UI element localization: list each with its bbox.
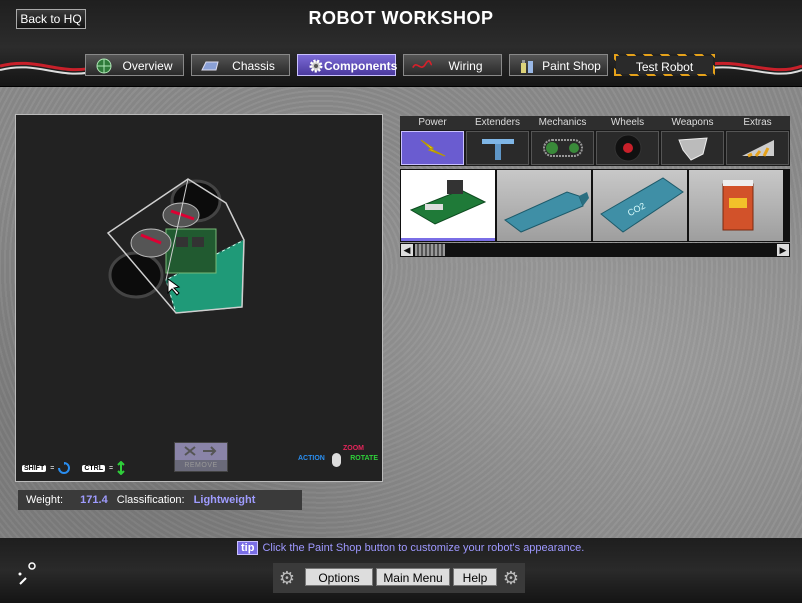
footer-buttons: ⚙ Options Main Menu Help ⚙ (273, 563, 525, 593)
status-icon (18, 562, 36, 585)
category-label-extras: Extras (743, 117, 772, 128)
rotate-label: ROTATE (350, 455, 378, 462)
category-extras-button[interactable] (726, 131, 789, 165)
weight-label: Weight: (26, 494, 64, 506)
action-label: ACTION (298, 455, 325, 462)
wedge-icon (741, 140, 774, 158)
part-co2-tank[interactable]: CO2 (593, 170, 687, 241)
page-title: ROBOT WORKSHOP (308, 8, 494, 28)
scroll-right-arrow-icon[interactable]: ▶ (777, 244, 789, 256)
tab-chassis[interactable]: Chassis (191, 54, 290, 76)
tip-badge: tip (237, 541, 259, 555)
remove-icons (175, 443, 227, 460)
scissors-arrow-icon (184, 446, 217, 456)
vertical-arrow-icon (117, 461, 125, 475)
weight-value: 171.4 (80, 494, 108, 506)
tip-message: tip Click the Paint Shop button to custom… (237, 541, 584, 555)
blue-tank-icon (504, 191, 589, 233)
robot-model (106, 178, 245, 314)
tab-label: Components (324, 59, 398, 73)
classification-value: Lightweight (193, 494, 256, 506)
help-button[interactable]: Help (453, 568, 497, 586)
extender-icon (481, 139, 514, 160)
tip-text: Click the Paint Shop button to customize… (262, 542, 585, 554)
remove-button[interactable]: REMOVE (174, 442, 228, 472)
category-label-weapons: Weapons (671, 117, 714, 128)
robot-3d-viewport[interactable]: SHIFT = CTRL = REMOVE ZOOM ACTION ROTATE (15, 114, 383, 482)
category-wheels-button[interactable] (596, 131, 659, 165)
tab-wiring[interactable]: Wiring (403, 54, 502, 76)
shift-key-badge: SHIFT (22, 464, 47, 472)
category-label-wheels: Wheels (610, 117, 645, 128)
part-blue-tank[interactable] (497, 170, 591, 241)
classification-label: Classification: (116, 494, 185, 506)
tab-components[interactable]: Components (297, 54, 398, 76)
circuit-board-icon (409, 180, 487, 225)
category-extenders-button[interactable] (466, 131, 529, 165)
category-buttons (400, 130, 790, 166)
parts-carousel: CO2 (400, 169, 790, 242)
remove-label: REMOVE (184, 462, 218, 469)
scroll-left-arrow-icon[interactable]: ◀ (401, 244, 413, 256)
tab-label: Paint Shop (542, 59, 601, 73)
orange-battery-icon (722, 180, 754, 231)
category-labels: Power Extenders Mechanics Wheels Weapons… (400, 116, 790, 130)
tab-label: Test Robot (635, 60, 694, 74)
gear-icon: ⚙ (278, 568, 296, 588)
tab-label: Overview (122, 59, 173, 73)
ctrl-key-badge: CTRL (82, 464, 105, 472)
mouse-controls-hint: ZOOM ACTION ROTATE (298, 445, 378, 473)
tab-label: Wiring (448, 59, 483, 73)
category-weapons-button[interactable] (661, 131, 724, 165)
options-button[interactable]: Options (305, 568, 373, 586)
part-circuit-board[interactable] (401, 170, 495, 241)
category-label-mechanics: Mechanics (538, 117, 587, 128)
equals-sign: = (50, 464, 55, 472)
zoom-label: ZOOM (343, 445, 364, 452)
main-menu-button[interactable]: Main Menu (376, 568, 450, 586)
lightning-icon (420, 139, 445, 157)
tab-paint-shop[interactable]: Paint Shop (509, 54, 608, 76)
chain-icon (542, 139, 583, 157)
category-power-button[interactable] (401, 131, 464, 165)
blade-icon (677, 137, 708, 161)
category-label-extenders: Extenders (474, 117, 521, 128)
co2-tank-icon: CO2 (600, 177, 684, 233)
scrollbar-thumb[interactable] (415, 244, 445, 256)
parts-scrollbar[interactable]: ◀ ▶ (400, 243, 790, 257)
tab-label: Chassis (232, 59, 275, 73)
part-orange-battery[interactable] (689, 170, 783, 241)
wheel-icon (614, 134, 641, 162)
tab-overview[interactable]: Overview (85, 54, 184, 76)
robot-stats-bar: Weight: 171.4 Classification: Lightweigh… (18, 490, 302, 510)
mouse-icon (332, 453, 341, 467)
tab-test-robot[interactable]: Test Robot (614, 54, 715, 76)
keyboard-hints: SHIFT = CTRL = (22, 461, 125, 475)
category-label-power: Power (418, 117, 447, 128)
rotate-arrow-icon (58, 462, 71, 474)
equals-sign: = (109, 464, 114, 472)
gear-icon: ⚙ (502, 568, 520, 588)
category-mechanics-button[interactable] (531, 131, 594, 165)
